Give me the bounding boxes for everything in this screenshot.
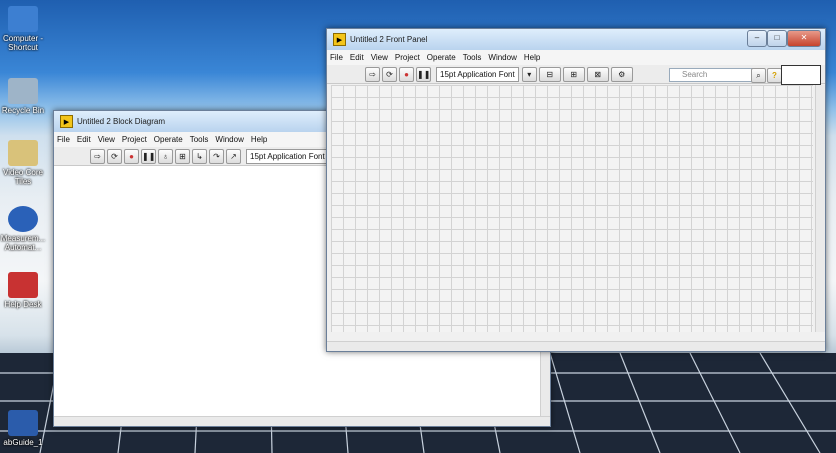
- step-out-icon[interactable]: ↗: [226, 148, 241, 164]
- menu-edit[interactable]: Edit: [77, 135, 91, 144]
- menu-edit[interactable]: Edit: [350, 53, 364, 62]
- menu-project[interactable]: Project: [395, 53, 420, 62]
- vertical-scrollbar[interactable]: [815, 85, 825, 332]
- front-panel-menubar: File Edit View Project Operate Tools Win…: [327, 50, 825, 65]
- desktop-icon-video-core[interactable]: Video Core Tiles: [0, 140, 46, 186]
- pause-icon[interactable]: ❚❚: [141, 148, 156, 164]
- menu-tools[interactable]: Tools: [463, 53, 482, 62]
- reorder-icon[interactable]: ⚙: [610, 66, 633, 82]
- desktop-icon-computer[interactable]: Computer - Shortcut: [0, 6, 46, 52]
- desktop-icon-labguide[interactable]: abGuide_1: [0, 410, 46, 447]
- search-icon[interactable]: ⌕: [751, 68, 766, 83]
- menu-file[interactable]: File: [57, 135, 70, 144]
- align-objects-icon[interactable]: ⊟: [538, 66, 561, 82]
- menu-tools[interactable]: Tools: [190, 135, 209, 144]
- menu-help[interactable]: Help: [524, 53, 540, 62]
- horizontal-scrollbar[interactable]: [54, 416, 550, 426]
- menu-view[interactable]: View: [98, 135, 115, 144]
- run-continuous-icon[interactable]: ⟳: [107, 148, 122, 164]
- pause-icon[interactable]: ❚❚: [416, 66, 431, 82]
- menu-operate[interactable]: Operate: [427, 53, 456, 62]
- menu-window[interactable]: Window: [215, 135, 243, 144]
- maximize-button[interactable]: □: [767, 30, 787, 47]
- word-document-icon: [8, 410, 38, 436]
- front-panel-canvas[interactable]: [331, 85, 813, 332]
- folder-icon: [8, 140, 38, 166]
- menu-file[interactable]: File: [330, 53, 343, 62]
- computer-icon: [8, 6, 38, 32]
- close-button[interactable]: ✕: [787, 30, 821, 47]
- help-icon[interactable]: ?: [767, 68, 782, 83]
- menu-view[interactable]: View: [371, 53, 388, 62]
- run-arrow-icon[interactable]: ⇨: [365, 66, 380, 82]
- font-select[interactable]: 15pt Application Font: [246, 148, 329, 164]
- desktop-icon-help-desk[interactable]: Help Desk: [0, 272, 46, 309]
- window-title: Untitled 2 Block Diagram: [77, 117, 166, 126]
- desktop-icon-recycle-bin[interactable]: Recycle Bin: [0, 78, 46, 115]
- abort-icon[interactable]: ●: [399, 66, 414, 82]
- help-icon: [8, 272, 38, 298]
- horizontal-scrollbar[interactable]: [327, 341, 825, 351]
- menu-operate[interactable]: Operate: [154, 135, 183, 144]
- desktop-icon-measurement[interactable]: Measurem... Automat...: [0, 206, 46, 252]
- minimize-button[interactable]: –: [747, 30, 767, 47]
- step-over-icon[interactable]: ↷: [209, 148, 224, 164]
- measurement-icon: [8, 206, 38, 232]
- menu-help[interactable]: Help: [251, 135, 267, 144]
- labview-icon: ▶: [333, 33, 346, 46]
- highlight-execution-icon[interactable]: ♁: [158, 148, 173, 164]
- chevron-down-icon[interactable]: ▾: [521, 66, 537, 82]
- recycle-bin-icon: [8, 78, 38, 104]
- step-into-icon[interactable]: ↳: [192, 148, 207, 164]
- front-panel-window[interactable]: ▶ Untitled 2 Front Panel – □ ✕ File Edit…: [326, 28, 826, 352]
- search-input[interactable]: Search: [669, 68, 761, 82]
- distribute-objects-icon[interactable]: ⊞: [562, 66, 585, 82]
- connector-pane-icon[interactable]: [781, 65, 821, 85]
- resize-objects-icon[interactable]: ⊠: [586, 66, 609, 82]
- abort-icon[interactable]: ●: [124, 148, 139, 164]
- font-select[interactable]: 15pt Application Font: [436, 66, 519, 82]
- window-title: Untitled 2 Front Panel: [350, 35, 428, 44]
- menu-project[interactable]: Project: [122, 135, 147, 144]
- menu-window[interactable]: Window: [488, 53, 516, 62]
- retain-wire-values-icon[interactable]: ⊞: [175, 148, 190, 164]
- labview-icon: ▶: [60, 115, 73, 128]
- run-arrow-icon[interactable]: ⇨: [90, 148, 105, 164]
- run-continuous-icon[interactable]: ⟳: [382, 66, 397, 82]
